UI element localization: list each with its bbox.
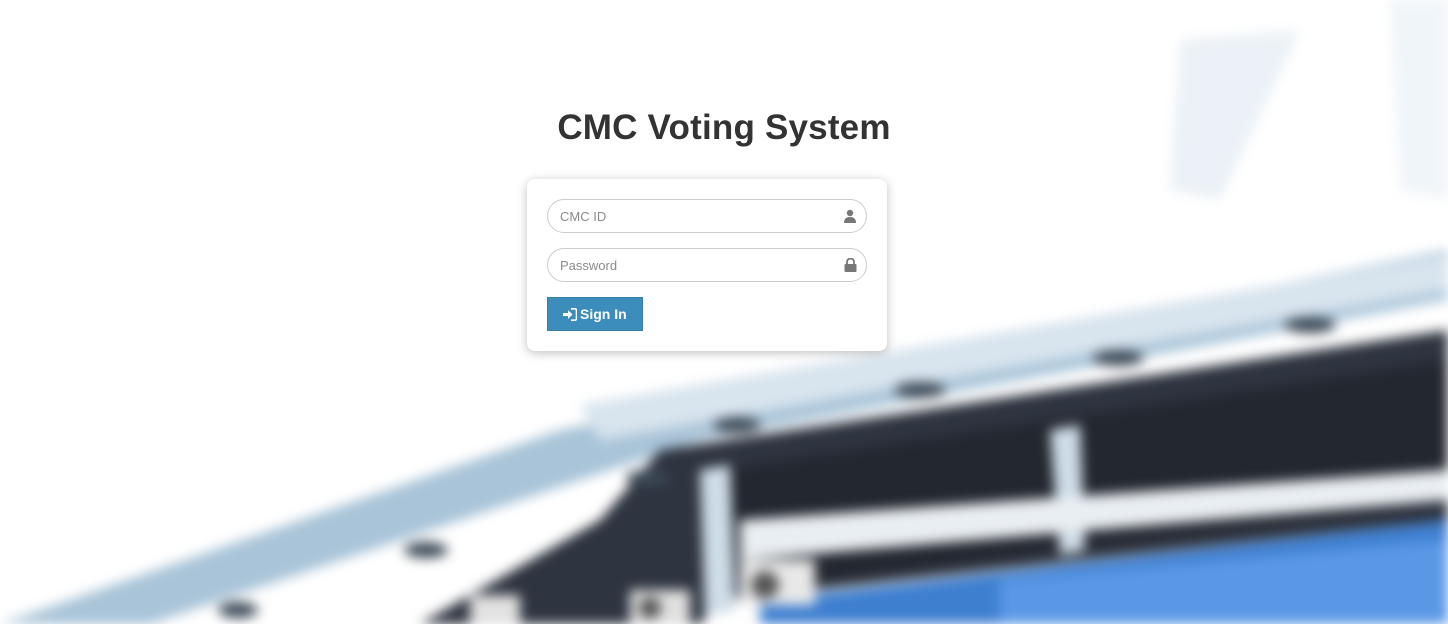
password-field-group bbox=[547, 248, 867, 282]
login-form: Sign In bbox=[547, 199, 867, 331]
sign-in-icon bbox=[563, 307, 577, 321]
cmc-id-field-group bbox=[547, 199, 867, 233]
cmc-id-input[interactable] bbox=[547, 199, 867, 233]
page-title: CMC Voting System bbox=[557, 108, 891, 147]
lock-icon bbox=[842, 257, 858, 273]
sign-in-label: Sign In bbox=[580, 306, 627, 322]
login-card: Sign In bbox=[527, 179, 887, 351]
sign-in-button[interactable]: Sign In bbox=[547, 297, 643, 331]
password-input[interactable] bbox=[547, 248, 867, 282]
user-icon bbox=[842, 208, 858, 224]
